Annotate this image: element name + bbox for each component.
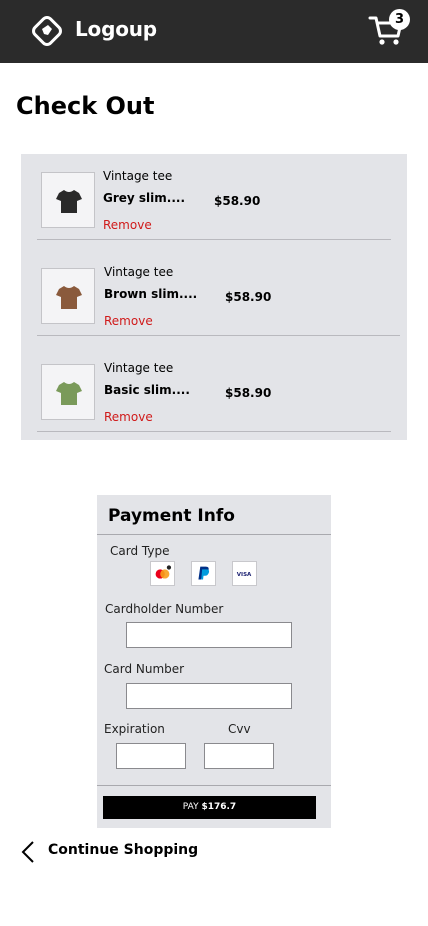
product-name: Vintage tee: [104, 361, 174, 375]
payment-info-panel: Payment Info Card Type VISA Cardholder N…: [97, 495, 331, 828]
tshirt-icon: [56, 190, 82, 213]
product-variant: Brown slim....: [104, 287, 198, 301]
tshirt-icon: [56, 286, 82, 309]
divider: [97, 534, 331, 535]
continue-shopping-label: Continue Shopping: [48, 842, 199, 858]
mastercard-icon[interactable]: [150, 561, 175, 586]
product-image[interactable]: [41, 364, 95, 420]
remove-link[interactable]: Remove: [104, 314, 153, 328]
top-bar: Logoup 3: [0, 0, 428, 63]
product-variant: Grey slim....: [103, 191, 186, 205]
payment-title: Payment Info: [108, 506, 235, 526]
cvv-label: Cvv: [228, 722, 251, 736]
product-name: Vintage tee: [104, 265, 174, 279]
pay-button[interactable]: PAY $176.7: [103, 796, 316, 819]
pay-label: PAY: [182, 802, 199, 812]
cart-count-badge: 3: [389, 9, 410, 30]
logo-icon[interactable]: [29, 13, 65, 49]
cart-items-panel: Vintage tee Grey slim.... Remove $58.90 …: [21, 154, 407, 440]
product-image[interactable]: [41, 172, 95, 228]
card-number-input[interactable]: [126, 683, 292, 709]
remove-link[interactable]: Remove: [103, 218, 152, 232]
page-title: Check Out: [16, 92, 155, 120]
chevron-left-icon: [21, 841, 34, 863]
cvv-input[interactable]: [204, 743, 274, 769]
remove-link[interactable]: Remove: [104, 410, 153, 424]
continue-shopping-link[interactable]: Continue Shopping: [18, 838, 218, 866]
cart-item: Vintage tee Grey slim.... Remove $58.90: [21, 154, 407, 250]
svg-text:VISA: VISA: [237, 572, 252, 578]
card-number-label: Card Number: [104, 662, 185, 676]
paypal-icon[interactable]: [191, 561, 216, 586]
brand-name[interactable]: Logoup: [75, 17, 157, 41]
expiration-label: Expiration: [104, 722, 165, 736]
divider: [37, 335, 400, 336]
product-name: Vintage tee: [103, 169, 173, 183]
card-type-label: Card Type: [110, 544, 170, 558]
expiration-input[interactable]: [116, 743, 186, 769]
visa-icon[interactable]: VISA: [232, 561, 257, 586]
cardholder-input[interactable]: [126, 622, 292, 648]
product-variant: Basic slim....: [104, 383, 190, 397]
pay-amount: $176.7: [201, 802, 237, 812]
divider: [97, 785, 331, 786]
product-price: $58.90: [225, 386, 272, 400]
cart-item: Vintage tee Brown slim.... Remove $58.90: [21, 250, 407, 346]
product-price: $58.90: [225, 290, 272, 304]
divider: [37, 431, 391, 432]
tshirt-icon: [56, 382, 82, 405]
product-image[interactable]: [41, 268, 95, 324]
cardholder-label: Cardholder Number: [105, 602, 224, 616]
product-price: $58.90: [214, 194, 261, 208]
divider: [37, 239, 391, 240]
cart-item: Vintage tee Basic slim.... Remove $58.90: [21, 346, 407, 442]
